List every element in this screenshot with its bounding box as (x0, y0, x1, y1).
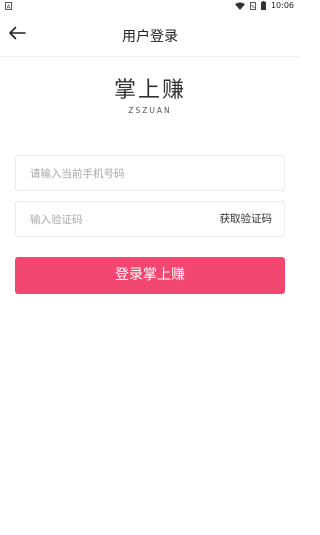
logo-name: 掌上赚 (113, 78, 186, 103)
get-code-button[interactable]: 获取验证码 (220, 202, 273, 236)
sim-icon (250, 1, 256, 10)
phone-input[interactable] (28, 156, 278, 192)
app-logo: 掌上赚 ZSZUAN (0, 78, 300, 115)
status-bar: A 10:06 (0, 0, 300, 14)
notification-a-icon: A (5, 2, 12, 10)
code-field: 获取验证码 (15, 201, 285, 238)
login-button[interactable]: 登录掌上赚 (15, 257, 285, 294)
battery-icon (260, 1, 266, 10)
title-bar: 用户登录 (0, 14, 300, 57)
phone-field (15, 155, 285, 192)
svg-text:A: A (7, 4, 11, 10)
logo-subtitle: ZSZUAN (128, 106, 172, 115)
page-title: 用户登录 (122, 29, 178, 45)
status-time: 10:06 (270, 1, 294, 10)
wifi-icon (234, 1, 245, 10)
verification-code-input[interactable] (28, 202, 202, 238)
